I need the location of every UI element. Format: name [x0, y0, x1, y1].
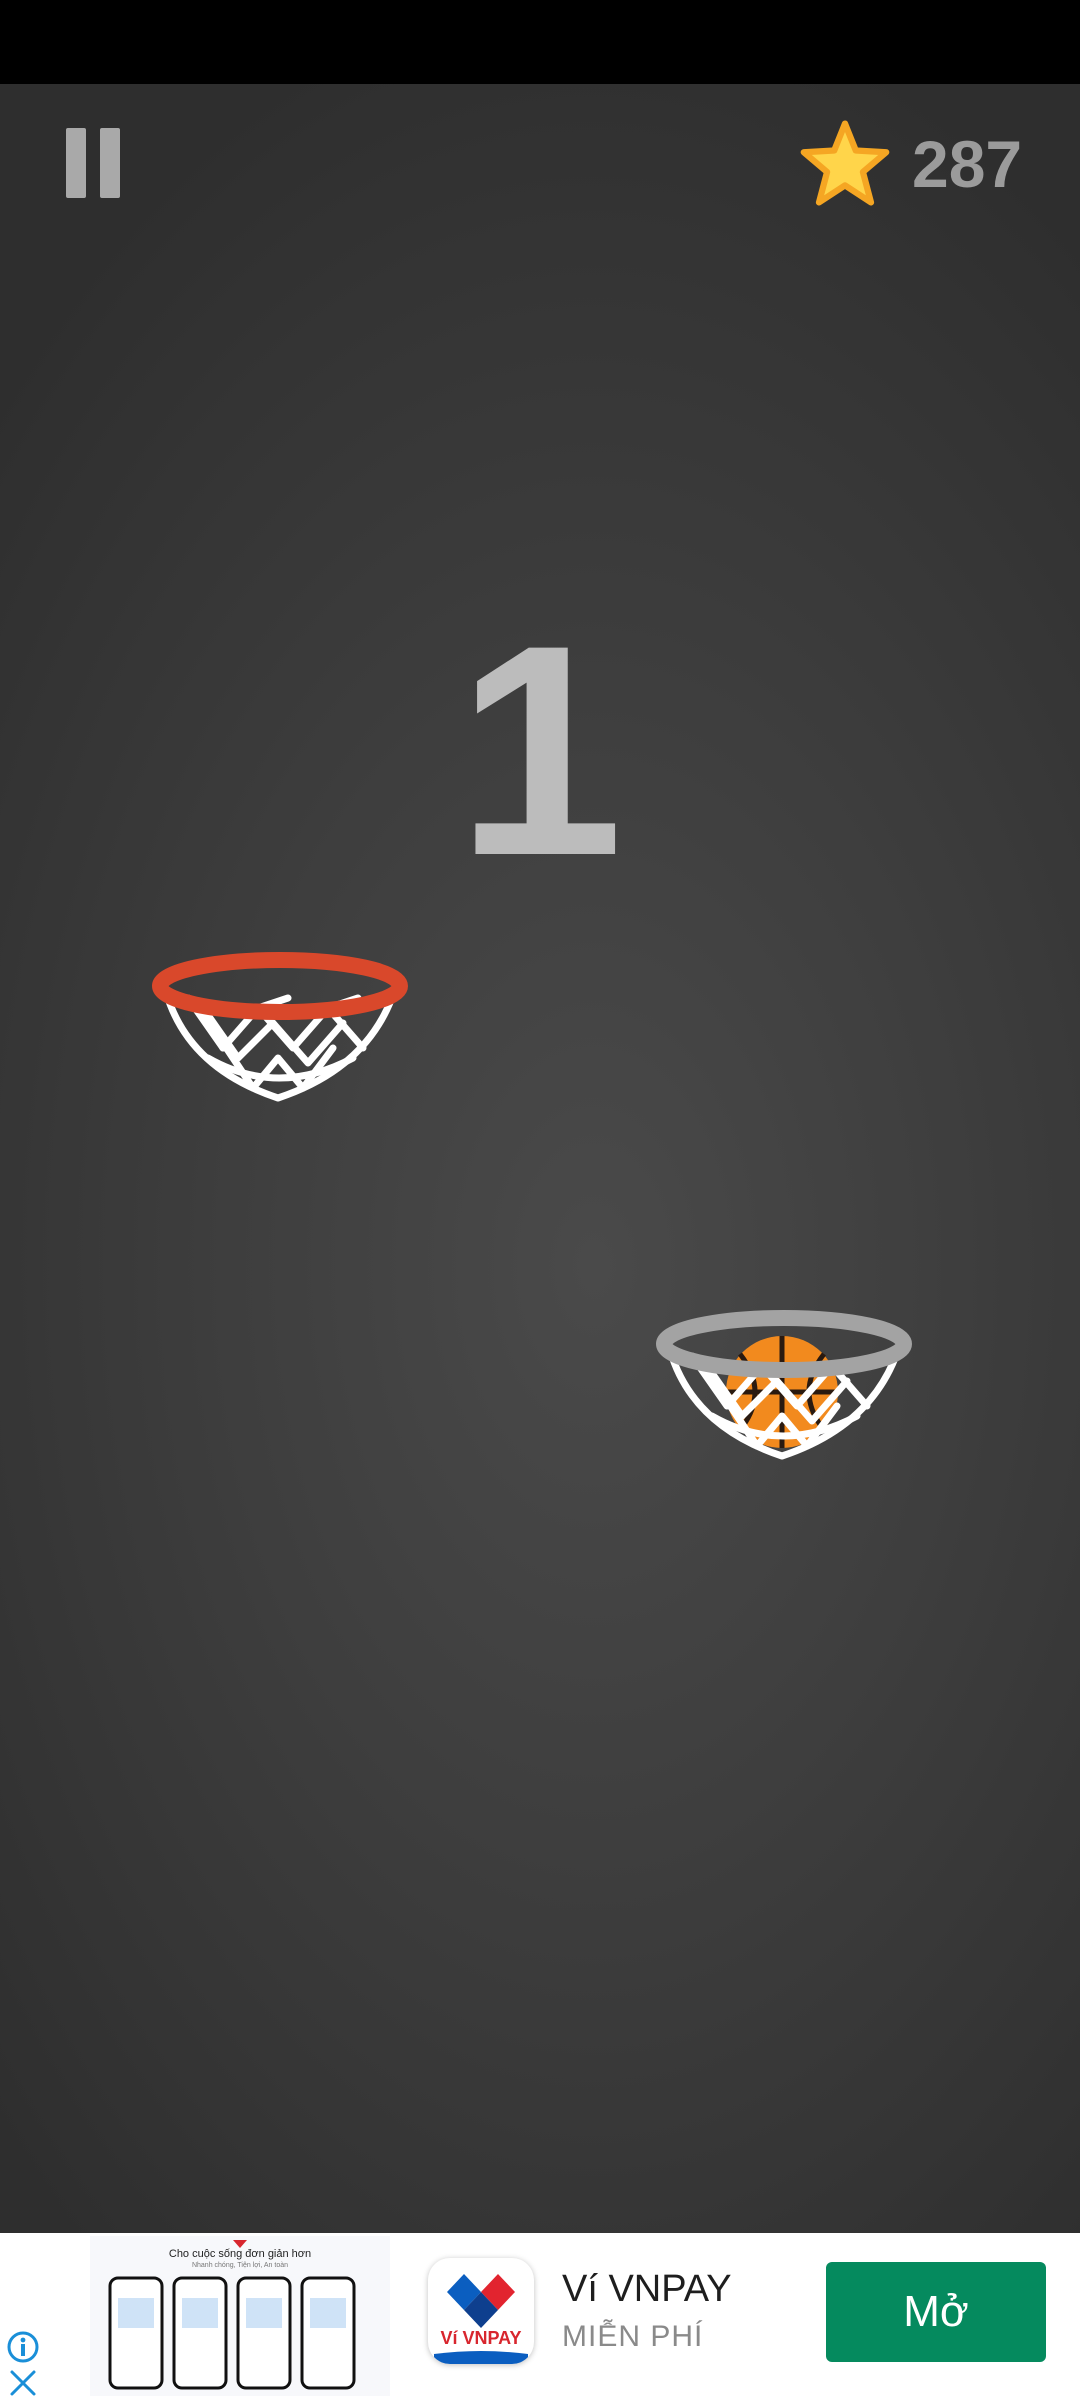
- hoop-with-ball: [656, 1310, 912, 1460]
- vnpay-logo-icon: Ví VNPAY: [434, 2274, 528, 2364]
- current-score: 1: [456, 582, 624, 918]
- phone-mockup: [300, 2276, 356, 2390]
- hoop-target: [152, 952, 408, 1102]
- app-icon[interactable]: Ví VNPAY: [428, 2258, 534, 2364]
- pause-button[interactable]: [62, 128, 124, 198]
- star-icon: [800, 120, 890, 206]
- ad-app-price: MIỄN PHÍ: [562, 2320, 704, 2353]
- pause-icon: [66, 128, 86, 198]
- hoop-rim: [152, 952, 408, 1020]
- phone-mockup: [108, 2276, 164, 2390]
- ad-creative-image[interactable]: [90, 2236, 390, 2396]
- star-count: 287: [912, 127, 1023, 201]
- svg-text:Ví VNPAY: Ví VNPAY: [440, 2328, 521, 2348]
- ad-creative-subtitle: Nhanh chóng, Tiện lợi, An toàn: [191, 2262, 289, 2269]
- phone-mockup: [236, 2276, 292, 2390]
- ad-creative-title: Cho cuộc sống đơn giản hơn: [168, 2248, 312, 2260]
- game-area[interactable]: [0, 84, 1080, 2233]
- open-app-button[interactable]: Mở: [826, 2262, 1046, 2362]
- status-bar: [0, 0, 1080, 84]
- close-icon[interactable]: [8, 2368, 38, 2398]
- pause-icon-bar: [100, 128, 120, 198]
- ad-app-name: Ví VNPAY: [562, 2268, 732, 2310]
- phone-mockup: [172, 2276, 228, 2390]
- info-icon[interactable]: [6, 2330, 40, 2364]
